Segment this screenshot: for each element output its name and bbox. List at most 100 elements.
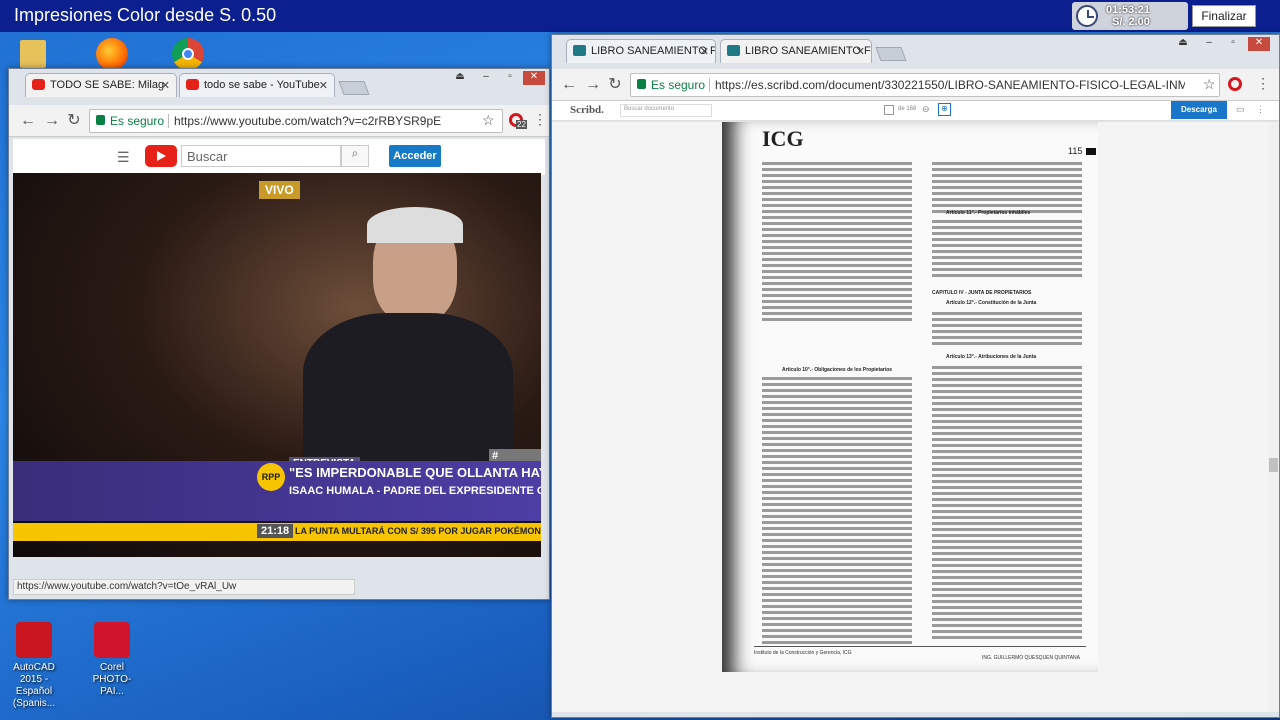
tab-label: TODO SE SABE: Milag — [50, 79, 165, 91]
page-view-icon[interactable] — [884, 105, 894, 115]
profile-icon[interactable]: ⏏ — [1172, 37, 1194, 51]
minimize-button[interactable]: – — [475, 71, 497, 85]
close-tab-icon[interactable]: ✕ — [161, 79, 170, 92]
scrollbar-thumb[interactable] — [1269, 458, 1278, 472]
signin-button[interactable]: Acceder — [389, 145, 441, 167]
address-bar[interactable]: Es seguro https://www.youtube.com/watch?… — [89, 109, 503, 133]
close-tab-icon[interactable]: ✕ — [319, 79, 328, 92]
badge-count: 22 — [516, 120, 527, 129]
document-page: ICG 115 Artículo 10°.- Obligaciones de l… — [722, 122, 1098, 672]
search-button[interactable]: ⌕ — [341, 145, 369, 167]
desktop-icon-corel[interactable]: Corel PHOTO-PAI... — [82, 622, 142, 698]
vertical-scrollbar[interactable] — [1268, 122, 1279, 712]
tab-youtube-search[interactable]: todo se sabe - YouTube ✕ — [179, 73, 335, 97]
tab-label: LIBRO SANEAMIENTO FI — [745, 45, 872, 57]
secure-label: Es seguro — [651, 78, 706, 92]
bookmark-star-icon[interactable]: ☆ — [1203, 76, 1216, 93]
zoom-in-icon[interactable]: ⊕ — [938, 103, 951, 116]
youtube-logo-icon[interactable] — [145, 145, 177, 167]
right-column-c — [932, 312, 1082, 348]
desktop-icon-label: AutoCAD 2015 - Español (Spanis... — [12, 662, 56, 709]
session-timer: 01:53:21 S/. 2.00 — [1072, 2, 1188, 30]
zoom-out-icon[interactable]: ⊖ — [922, 104, 930, 115]
hamburger-icon[interactable]: ☰ — [117, 149, 130, 166]
new-tab-button[interactable] — [875, 47, 907, 61]
maximize-button[interactable]: ▫ — [1222, 37, 1244, 51]
youtube-icon — [186, 79, 199, 90]
ticker-text: LA PUNTA MULTARÁ CON S/ 395 POR JUGAR PO… — [295, 526, 541, 536]
broadcast-clock: 21:18 — [257, 524, 294, 538]
icg-brand: ICG — [762, 126, 804, 151]
address-bar[interactable]: Es seguro https://es.scribd.com/document… — [630, 73, 1220, 97]
reload-icon[interactable]: ↻ — [606, 76, 624, 94]
scribd-icon — [573, 45, 586, 56]
chapter-heading: CAPITULO IV - JUNTA DE PROPIETARIOS — [932, 290, 1032, 296]
heading-article-13: Artículo 13°.- Atribuciones de la Junta — [946, 354, 1037, 360]
tab-strip: LIBRO SANEAMIENTO FI ✕ LIBRO SANEAMIENTO… — [552, 35, 1279, 63]
close-window-button[interactable]: ✕ — [1248, 37, 1270, 51]
tab-strip: TODO SE SABE: Milag ✕ todo se sabe - You… — [9, 69, 549, 97]
heading-article-10: Artículo 10°.- Obligaciones de los Propi… — [782, 367, 893, 373]
search-placeholder: Buscar — [187, 149, 228, 164]
heading-article-12: Artículo 12°.- Constitución de la Junta — [946, 300, 1037, 306]
news-ticker: 21:18 LA PUNTA MULTARÁ CON S/ 395 POR JU… — [13, 523, 541, 541]
bookmark-star-icon[interactable]: ☆ — [482, 112, 495, 129]
finish-button[interactable]: Finalizar — [1192, 5, 1256, 27]
rpp-logo-icon: RPP — [257, 463, 285, 491]
maximize-button[interactable]: ▫ — [499, 71, 521, 85]
kiosk-title: Impresiones Color desde S. 0.50 — [14, 5, 277, 25]
left-column — [762, 162, 912, 324]
menu-icon[interactable]: ⋮ — [1256, 75, 1270, 92]
corel-icon — [94, 622, 130, 658]
youtube-browser-window: TODO SE SABE: Milag ✕ todo se sabe - You… — [8, 68, 550, 600]
chrome-icon[interactable] — [172, 38, 204, 70]
opera-badge[interactable]: 22 — [509, 113, 527, 129]
secure-label: Es seguro — [110, 114, 165, 128]
channel-name: RPP — [261, 472, 281, 482]
reload-icon[interactable]: ↻ — [65, 112, 83, 130]
url-text: https://www.youtube.com/watch?v=c2rRBYSR… — [174, 114, 442, 128]
folder-icon[interactable] — [20, 40, 46, 68]
forward-icon[interactable]: → — [584, 76, 602, 94]
back-icon[interactable]: ← — [19, 112, 37, 130]
subheadline: ISAAC HUMALA - PADRE DEL EXPRESIDENTE OL… — [289, 485, 541, 497]
tab-scribd-1[interactable]: LIBRO SANEAMIENTO FI ✕ — [566, 39, 716, 63]
video-player[interactable]: VIVO ENTREVISTA # TodoSeSabe "ES IMPERDO… — [13, 173, 541, 557]
scribd-navbar: ← → ↻ Es seguro https://es.scribd.com/do… — [552, 69, 1279, 101]
tab-youtube-video[interactable]: TODO SE SABE: Milag ✕ — [25, 73, 177, 97]
kiosk-topbar: Impresiones Color desde S. 0.50 01:53:21… — [0, 0, 1280, 32]
document-viewport[interactable]: ICG 115 Artículo 10°.- Obligaciones de l… — [552, 122, 1268, 712]
clock-icon — [1076, 5, 1098, 27]
search-input[interactable]: Buscar — [181, 145, 341, 167]
close-window-button[interactable]: ✕ — [523, 71, 545, 85]
tab-scribd-2[interactable]: LIBRO SANEAMIENTO FI ✕ — [720, 39, 872, 63]
url-text: https://es.scribd.com/document/330221550… — [715, 78, 1185, 92]
profile-icon[interactable]: ⏏ — [449, 71, 471, 85]
footer-left: Instituto de la Construcción y Gerencia,… — [754, 650, 852, 656]
back-icon[interactable]: ← — [560, 76, 578, 94]
scribd-toolbar: Scribd. Buscar documento de 168 ⊖ ⊕ Desc… — [552, 101, 1279, 121]
share-icon[interactable]: ▭ — [1236, 104, 1245, 115]
desktop-icon-autocad[interactable]: AutoCAD 2015 - Español (Spanis... — [4, 622, 64, 710]
status-bar: https://www.youtube.com/watch?v=tOe_vRAl… — [13, 579, 355, 595]
opera-icon[interactable] — [1228, 77, 1242, 91]
menu-icon[interactable]: ⋮ — [533, 111, 547, 128]
scribd-browser-window: LIBRO SANEAMIENTO FI ✕ LIBRO SANEAMIENTO… — [551, 34, 1280, 718]
more-icon[interactable]: ⋮ — [1256, 104, 1265, 115]
page-number: 115 — [1068, 146, 1083, 156]
scribd-logo[interactable]: Scribd. — [570, 104, 604, 116]
close-tab-icon[interactable]: ✕ — [856, 45, 865, 58]
forward-icon[interactable]: → — [43, 112, 61, 130]
tab-label: todo se sabe - YouTube — [204, 79, 320, 91]
minimize-button[interactable]: – — [1198, 37, 1220, 51]
download-button[interactable]: Descarga — [1171, 101, 1227, 119]
firefox-icon[interactable] — [96, 38, 128, 70]
close-tab-icon[interactable]: ✕ — [700, 45, 709, 58]
youtube-header: ☰ Buscar ⌕ Acceder — [13, 139, 545, 175]
document-search-input[interactable]: Buscar documento — [620, 104, 712, 117]
lock-icon — [637, 79, 646, 89]
tab-label: LIBRO SANEAMIENTO FI — [591, 45, 716, 57]
heading-article-11: Artículo 11°.- Propietarios inhábiles — [946, 210, 1031, 216]
new-tab-button[interactable] — [338, 81, 370, 95]
lock-icon — [96, 115, 105, 125]
